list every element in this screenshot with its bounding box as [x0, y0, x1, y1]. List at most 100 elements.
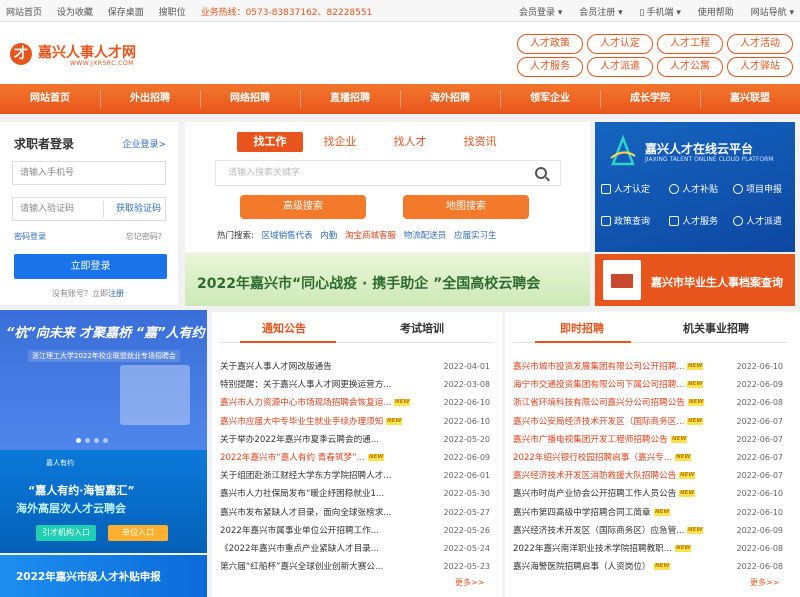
cloud-item-project[interactable]: 项目申报 [733, 182, 782, 195]
quicklink-talent-station[interactable]: 人才驿站 [727, 57, 793, 77]
search-input[interactable]: 请输入搜索关键字 [215, 160, 561, 186]
quicklink-talent-project[interactable]: 人才工程 [657, 34, 723, 54]
recruit-row-title[interactable]: 嘉兴市城市投资发展集团有限公司公开招聘... [513, 358, 684, 376]
notice-row[interactable]: 特别提醒：关于嘉兴人事人才网更换运营方... 2022-03-08 [220, 376, 490, 394]
notice-row[interactable]: 关于组团赴浙江财经大学东方学院招聘人才... 2022-06-01 [220, 467, 490, 485]
tab-find-job[interactable]: 找工作 [237, 132, 303, 152]
notice-row-title[interactable]: 嘉兴市人力社保局发布“暖企纾困稳就业1... [220, 485, 384, 503]
quicklink-talent-service[interactable]: 人才服务 [517, 57, 583, 77]
cloud-item-subsidy[interactable]: 人才补贴 [669, 182, 718, 195]
recruit-row[interactable]: 嘉兴市第四高级中学招聘合同工简章 NEW 2022-06-10 [513, 504, 783, 522]
tab-find-news[interactable]: 找资讯 [447, 132, 513, 152]
map-search-button[interactable]: 地图搜索 [403, 195, 529, 219]
recruit-row-title[interactable]: 嘉兴市公安局经济技术开发区（国际商务区... [513, 413, 684, 431]
recruit-row[interactable]: 2022年绍兴银行校园招聘启事（嘉兴专... NEW 2022-06-07 [513, 449, 783, 467]
carousel-dot[interactable] [85, 438, 90, 443]
recruit-row-title[interactable]: 嘉兴市时尚产业协会公开招聘工作人员公告 [513, 485, 676, 503]
campus-fair-banner[interactable]: “杭”向未来 才聚嘉桥 “嘉”人有约 浙江理工大学2022年校企联盟就业专场招聘… [0, 310, 207, 450]
tab-find-talent[interactable]: 找人才 [377, 132, 443, 152]
tab-instant-recruit[interactable]: 即时招聘 [560, 320, 604, 336]
enterprise-login-link[interactable]: 企业登录> [122, 137, 166, 150]
cloud-item-service[interactable]: 人才服务 [669, 214, 718, 227]
unit-entry-button[interactable]: 单位入口 [108, 525, 168, 541]
notice-row-title[interactable]: 关于举办2022年嘉兴市夏季云聘会的通... [220, 431, 379, 449]
recruit-row-title[interactable]: 嘉兴海警医院招聘启事（人资岗位） [513, 558, 651, 576]
member-login-menu[interactable]: 会员登录 ▾ [519, 8, 562, 18]
notice-row-title[interactable]: 嘉兴市发布紧缺人才目录，面向全球张榜求... [220, 504, 391, 522]
nav-overseas-recruit[interactable]: 海外招聘 [410, 84, 490, 114]
notice-row-title[interactable]: 关于嘉兴人事人才网改版通告 [220, 358, 332, 376]
nav-home[interactable]: 网站首页 [10, 84, 90, 114]
notice-row[interactable]: 第六届“红船杯”嘉兴全球创业创新大赛公... 2022-05-23 [220, 558, 490, 576]
hot-term[interactable]: 区域销售代表 [262, 231, 313, 241]
recruit-row[interactable]: 嘉兴市公安局经济技术开发区（国际商务区... NEW 2022-06-07 [513, 413, 783, 431]
tab-find-company[interactable]: 找企业 [307, 132, 373, 152]
register-link[interactable]: 注册 [108, 289, 124, 298]
tab-notices[interactable]: 通知公告 [262, 320, 306, 336]
nav-outside-recruit[interactable]: 外出招聘 [110, 84, 190, 114]
notice-row-title[interactable]: 嘉兴市应届大中专毕业生就业手续办理须知 [220, 413, 383, 431]
recruit-row-title[interactable]: 嘉兴经济技术开发区（国际商务区）应急管... [513, 522, 684, 540]
archive-query-banner[interactable]: 嘉兴市毕业生人事档案查询 [595, 254, 795, 306]
hot-term[interactable]: 内勤 [320, 231, 337, 241]
notice-row-title[interactable]: 嘉兴市人力资源中心市场现场招聘会恢复运... [220, 394, 391, 412]
recruit-row-title[interactable]: 海宁市交通投资集团有限公司下属公司招聘... [513, 376, 684, 394]
search-job-link[interactable]: 搜职位 [159, 8, 186, 18]
notice-more-link[interactable]: 更多>> [455, 577, 484, 588]
recruit-row[interactable]: 嘉兴市时尚产业协会公开招聘工作人员公告 NEW 2022-06-10 [513, 485, 783, 503]
quicklink-talent-apartment[interactable]: 人才公寓 [657, 57, 723, 77]
tab-exam-training[interactable]: 考试培训 [400, 320, 444, 336]
member-register-menu[interactable]: 会员注册 ▾ [579, 8, 622, 18]
site-logo-name[interactable]: 嘉兴人事人才网 [38, 42, 136, 62]
recruit-row[interactable]: 2022年嘉兴南洋职业技术学院招聘教职... NEW 2022-06-08 [513, 540, 783, 558]
site-nav-menu[interactable]: 网站导航 ▾ [751, 8, 794, 18]
nav-leading-enterprise[interactable]: 领军企业 [510, 84, 590, 114]
notice-row-title[interactable]: 关于组团赴浙江财经大学东方学院招聘人才... [220, 467, 391, 485]
nav-jiaxing-alliance[interactable]: 嘉兴联盟 [710, 84, 790, 114]
login-button[interactable]: 立即登录 [14, 254, 167, 279]
recruit-row[interactable]: 嘉兴经济技术开发区消防救援大队招聘公告 NEW 2022-06-07 [513, 467, 783, 485]
password-login-link[interactable]: 密码登录 [14, 231, 46, 242]
notice-row[interactable]: 《2022年嘉兴市重点产业紧缺人才目录... 2022-05-24 [220, 540, 490, 558]
carousel-dot[interactable] [76, 438, 81, 443]
overseas-talent-banner[interactable]: 嘉人有约 “嘉人有约·海智嘉汇” 海外高层次人才云聘会 引才机构入口 单位入口 [0, 450, 207, 553]
recruit-row[interactable]: 嘉兴市城市投资发展集团有限公司公开招聘... NEW 2022-06-10 [513, 358, 783, 376]
tab-public-sector-recruit[interactable]: 机关事业招聘 [683, 320, 749, 336]
mobile-menu[interactable]: ▯ 手机端 ▾ [640, 8, 681, 18]
recruit-more-link[interactable]: 更多>> [750, 577, 779, 588]
recruit-row-title[interactable]: 浙江省环境科技有限公司嘉兴分公司招聘公告 [513, 394, 685, 412]
cloud-item-dispatch[interactable]: 人才派遣 [733, 214, 782, 227]
phone-input[interactable]: 请输入手机号 [12, 161, 166, 185]
quicklink-talent-policy[interactable]: 人才政策 [517, 34, 583, 54]
notice-row-title[interactable]: 特别提醒：关于嘉兴人事人才网更换运营方... [220, 376, 391, 394]
carousel-dot[interactable] [103, 438, 108, 443]
recruit-row[interactable]: 嘉兴市广播电视集团开发工程师招聘公告 NEW 2022-06-07 [513, 431, 783, 449]
notice-row[interactable]: 嘉兴市发布紧缺人才目录，面向全球张榜求... 2022-05-27 [220, 504, 490, 522]
notice-row-title[interactable]: 2022年嘉兴市属事业单位公开招聘工作... [220, 522, 379, 540]
hot-term[interactable]: 物流配送员 [404, 231, 447, 241]
notice-row[interactable]: 2022年嘉兴市“嘉人有约 青春筑梦”... NEW 2022-06-09 [220, 449, 490, 467]
notice-row[interactable]: 关于嘉兴人事人才网改版通告 2022-04-01 [220, 358, 490, 376]
recruit-row-title[interactable]: 嘉兴市第四高级中学招聘合同工简章 [513, 504, 651, 522]
recruit-row[interactable]: 嘉兴经济技术开发区（国际商务区）应急管... NEW 2022-06-09 [513, 522, 783, 540]
quicklink-talent-activity[interactable]: 人才活动 [727, 34, 793, 54]
cloud-item-certify[interactable]: 人才认定 [601, 182, 650, 195]
hot-term[interactable]: 应届实习生 [454, 231, 497, 241]
cloud-item-policy[interactable]: 政策查询 [601, 214, 650, 227]
help-link[interactable]: 使用帮助 [698, 8, 734, 18]
recruit-row-title[interactable]: 2022年嘉兴南洋职业技术学院招聘教职... [513, 540, 672, 558]
notice-row[interactable]: 2022年嘉兴市属事业单位公开招聘工作... 2022-05-26 [220, 522, 490, 540]
notice-row[interactable]: 关于举办2022年嘉兴市夏季云聘会的通... 2022-05-20 [220, 431, 490, 449]
home-link[interactable]: 网站首页 [6, 8, 42, 18]
get-code-button[interactable]: 获取验证码 [116, 198, 161, 220]
notice-row-title[interactable]: 第六届“红船杯”嘉兴全球创业创新大赛公... [220, 558, 383, 576]
advanced-search-button[interactable]: 高级搜索 [240, 195, 366, 219]
recruit-row[interactable]: 浙江省环境科技有限公司嘉兴分公司招聘公告 NEW 2022-06-08 [513, 394, 783, 412]
subsidy-banner[interactable]: 2022年嘉兴市级人才补贴申报 [0, 555, 207, 597]
talent-cloud-platform-banner[interactable]: 嘉兴人才在线云平台 JIAXING TALENT ONLINE CLOUD PL… [595, 122, 795, 252]
hot-term[interactable]: 淘宝商城客服 [345, 231, 396, 241]
recruit-row[interactable]: 嘉兴海警医院招聘启事（人资岗位） NEW 2022-06-08 [513, 558, 783, 576]
save-desktop-link[interactable]: 保存桌面 [108, 8, 144, 18]
recruit-row[interactable]: 海宁市交通投资集团有限公司下属公司招聘... NEW 2022-06-09 [513, 376, 783, 394]
recruit-row-title[interactable]: 2022年绍兴银行校园招聘启事（嘉兴专... [513, 449, 672, 467]
